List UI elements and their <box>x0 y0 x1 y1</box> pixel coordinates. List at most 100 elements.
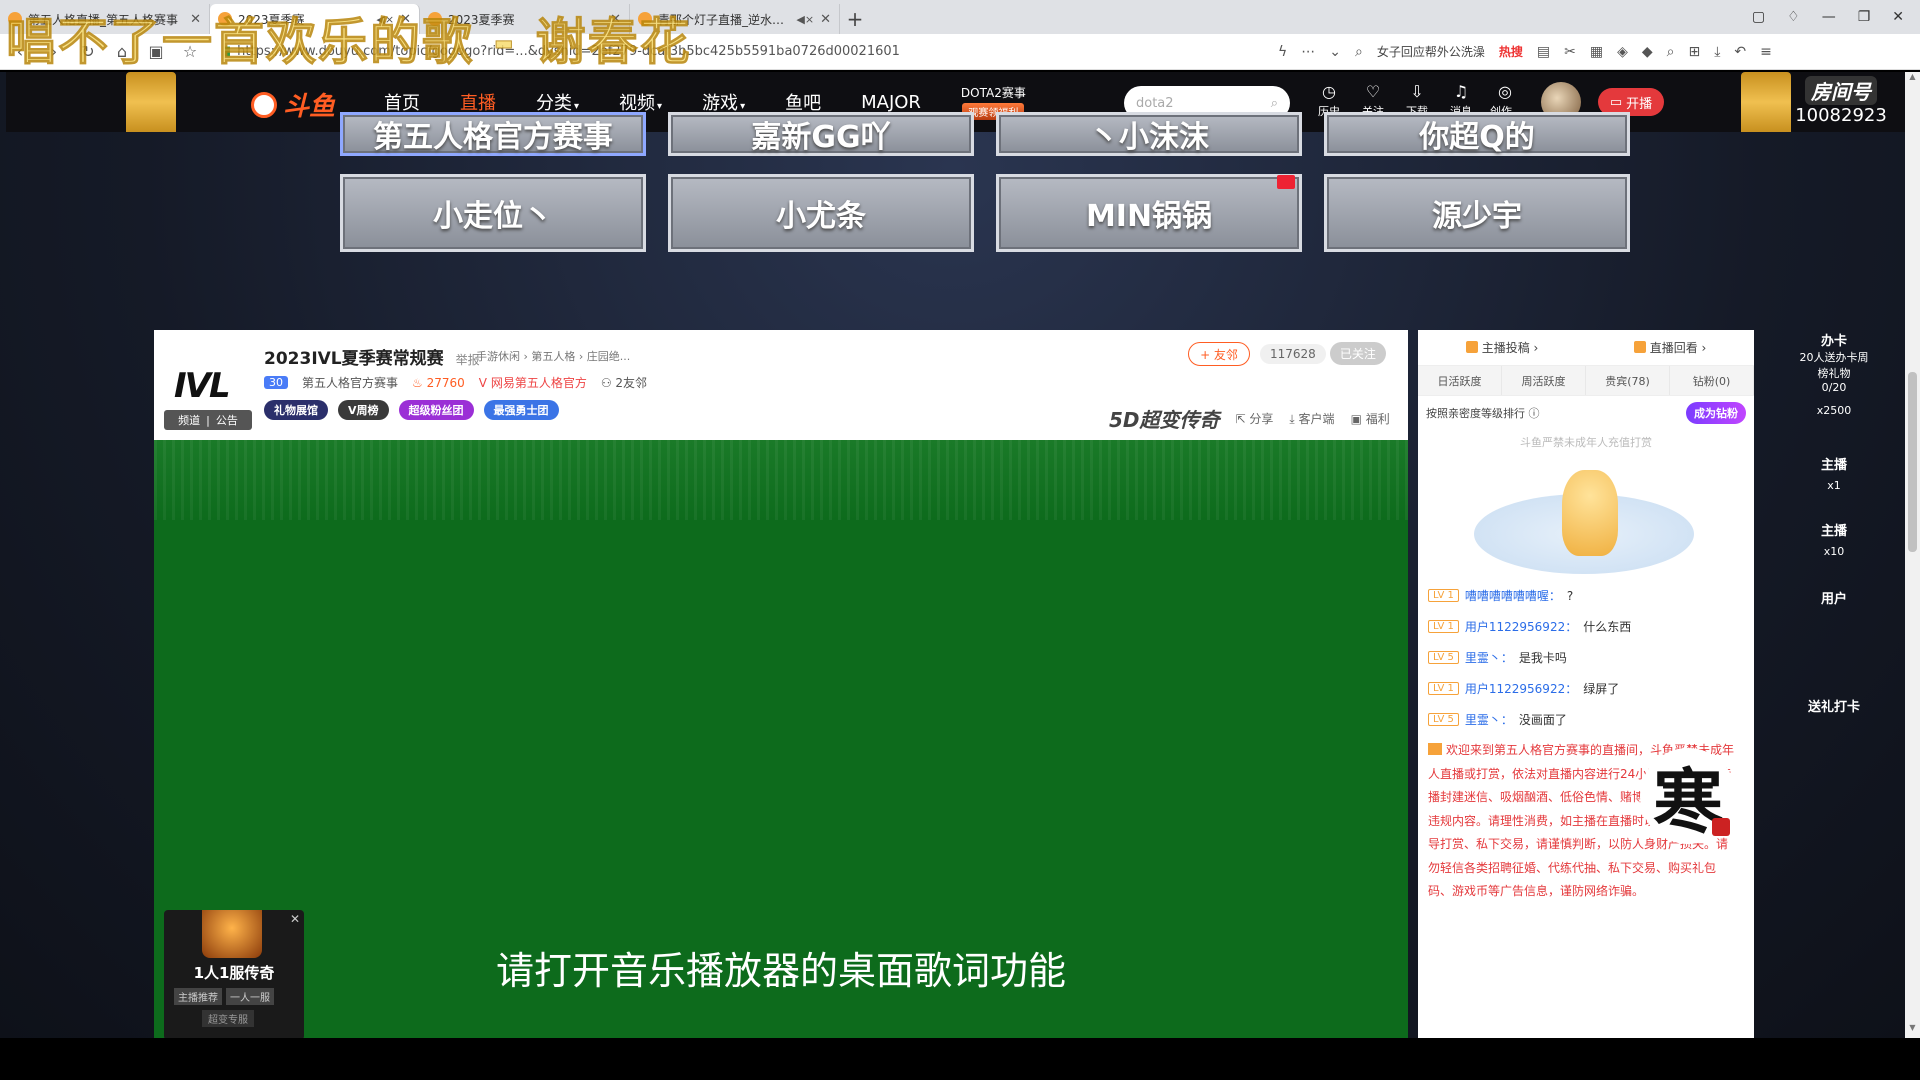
scissors-icon[interactable]: ✂ <box>1564 44 1576 60</box>
browser-tab-active[interactable]: 2023夏季赛 ◀× ✕ <box>210 4 420 34</box>
new-tab-button[interactable]: + <box>840 4 870 34</box>
welfare-button[interactable]: ▣ 福利 <box>1351 410 1390 427</box>
chat-user[interactable]: 里霊丶： <box>1465 649 1513 666</box>
anchor-name[interactable]: 第五人格官方赛事 <box>302 374 398 391</box>
mascot-area <box>1418 450 1754 580</box>
restore-icon[interactable]: ❐ <box>1858 9 1871 25</box>
become-diamond-button[interactable]: 成为钻粉 <box>1686 402 1746 424</box>
share-button[interactable]: ⇱ 分享 <box>1236 410 1274 427</box>
followed-button[interactable]: 已关注 <box>1329 342 1386 365</box>
breadcrumb[interactable]: 手游休闲 › 第五人格 › 庄园绝... <box>476 348 630 364</box>
ivl-logo: IVL <box>174 366 231 406</box>
task-card[interactable]: 主播 x1 <box>1776 454 1892 492</box>
promo-brand[interactable]: 5D超变传奇 <box>1109 404 1220 433</box>
close-icon[interactable]: ✕ <box>820 12 831 27</box>
nav-major[interactable]: MAJOR <box>861 92 921 113</box>
game-icon[interactable]: ◆ <box>1642 44 1653 60</box>
seal-icon <box>1712 818 1730 836</box>
anchor-tile[interactable]: 第五人格官方赛事 <box>340 112 646 156</box>
replay-link[interactable]: 直播回看 › <box>1633 339 1706 356</box>
apps-icon[interactable]: ⊞ <box>1688 44 1700 60</box>
anchor-tile[interactable]: 丶小沫沫 <box>996 112 1302 156</box>
chat-message: LV 1 用户1122956922： 绿屏了 <box>1428 673 1744 704</box>
close-icon[interactable]: ✕ <box>400 12 411 27</box>
hot-search-hint[interactable]: 女子回应帮外公洗澡 <box>1377 43 1485 60</box>
mute-icon[interactable]: ◀× <box>796 13 814 26</box>
chat-message: LV 1 嘈嘈嘈嘈嘈嘈喔：? <box>1428 580 1744 611</box>
star-icon[interactable]: ☆ <box>180 42 200 61</box>
chat-list: LV 1 嘈嘈嘈嘈嘈嘈喔：? LV 1 用户1122956922： 什么东西 LV 5… <box>1418 580 1754 904</box>
chat-user[interactable]: 嘈嘈嘈嘈嘈嘈喔： <box>1465 587 1561 604</box>
tab-channel[interactable]: 频道 <box>178 412 200 428</box>
calligraphy-badge[interactable]: 寒 <box>1640 748 1736 844</box>
translate-icon[interactable]: ▦ <box>1590 44 1603 60</box>
task-card[interactable]: 主播 x10 <box>1776 520 1892 558</box>
page-scrollbar[interactable]: ▲ ▼ <box>1905 72 1920 1038</box>
anchor-tile[interactable]: 小走位丶 <box>340 174 646 252</box>
follow-button[interactable]: + 友邻 <box>1188 342 1250 366</box>
window-controls: ▢ ♢ — ❐ ✕ <box>1752 0 1920 34</box>
video-player[interactable]: 请打开音乐播放器的桌面歌词功能 ✕ 1人1服传奇 主播推荐 一人一服 超变专服 <box>154 440 1408 1038</box>
more-icon[interactable]: ⋯ <box>1301 44 1315 60</box>
anchor-tile[interactable]: 嘉新GG吖 <box>668 112 974 156</box>
anchor-tile[interactable]: MIN锅锅 <box>996 174 1302 252</box>
scroll-down-icon[interactable]: ▼ <box>1905 1023 1920 1038</box>
search-icon[interactable]: ⌕ <box>1271 96 1278 111</box>
undo-icon[interactable]: ↶ <box>1734 44 1746 60</box>
reader-icon[interactable]: ▤ <box>1537 44 1550 60</box>
close-window-icon[interactable]: ✕ <box>1892 9 1904 25</box>
zoom-icon[interactable]: ⌕ <box>1667 44 1675 60</box>
client-button[interactable]: ⤓ 客户端 <box>1289 410 1334 427</box>
back-icon[interactable]: ‹ <box>10 42 30 61</box>
tab-diamond-fans[interactable]: 钻粉(0) <box>1670 366 1754 395</box>
tab-daily-active[interactable]: 日活跃度 <box>1418 366 1502 395</box>
mute-icon[interactable]: ◀× <box>376 13 394 26</box>
tab-notice[interactable]: 公告 <box>216 412 238 428</box>
menu-icon[interactable]: ≡ <box>1760 44 1772 60</box>
close-icon[interactable]: ✕ <box>190 12 201 27</box>
anchor-tile[interactable]: 你超Q的 <box>1324 112 1630 156</box>
anchor-submit-link[interactable]: 主播投稿 › <box>1465 339 1538 356</box>
tab-weekly-active[interactable]: 周活跃度 <box>1502 366 1586 395</box>
close-icon[interactable]: ✕ <box>610 12 621 27</box>
bag-icon[interactable]: ▣ <box>146 42 166 61</box>
browser-tab[interactable]: 2023夏季赛 ✕ <box>420 4 630 34</box>
tab-vip[interactable]: 贵宾(78) <box>1586 366 1670 395</box>
warriors-badge[interactable]: 最强勇士团 <box>483 400 559 420</box>
download-icon[interactable]: ⤓ <box>1714 44 1720 60</box>
help-icon[interactable]: ⓘ <box>1529 407 1540 420</box>
task-card[interactable]: 办卡 20人送办卡周 榜礼物 0/20 x2500 <box>1776 330 1892 417</box>
shield-icon[interactable]: ◈ <box>1617 44 1628 60</box>
browser-tab[interactable]: 青那个灯子直播_逆水寒手 ◀× ✕ <box>630 4 840 34</box>
forward-icon[interactable]: › <box>44 42 64 61</box>
chat-user[interactable]: 用户1122956922： <box>1465 618 1577 635</box>
close-icon[interactable]: ✕ <box>290 912 300 926</box>
super-fans-badge[interactable]: 超级粉丝团 <box>398 400 474 420</box>
minimize-icon[interactable]: — <box>1822 9 1836 25</box>
task-card[interactable]: 送礼打卡 <box>1776 696 1892 715</box>
promo-widget[interactable]: ✕ 1人1服传奇 主播推荐 一人一服 超变专服 <box>164 910 304 1038</box>
gift-hall-badge[interactable]: 礼物展馆 <box>264 400 328 420</box>
fans-block: 117628 已关注 <box>1260 342 1386 365</box>
scroll-thumb[interactable] <box>1908 372 1917 552</box>
task-card[interactable]: 用户 <box>1776 588 1892 607</box>
browser-tab[interactable]: 第五人格直播_第五人格赛事 ✕ <box>0 4 210 34</box>
chat-user[interactable]: 里霊丶： <box>1465 711 1513 728</box>
anchor-tile[interactable]: 源少宇 <box>1324 174 1630 252</box>
scroll-up-icon[interactable]: ▲ <box>1905 72 1920 87</box>
url-field[interactable]: ▮ https://www.douyu.com/topic/gogogo?rid… <box>214 39 1264 65</box>
skin-icon[interactable]: ♢ <box>1787 9 1800 25</box>
lightning-icon[interactable]: ϟ <box>1278 44 1287 60</box>
reload-icon[interactable]: ↻ <box>78 42 98 61</box>
task-line: x10 <box>1823 545 1845 558</box>
friends-count[interactable]: ⚇ 2友邻 <box>601 374 647 391</box>
anchor-tile[interactable]: 小尤条 <box>668 174 974 252</box>
douyu-logo[interactable]: 斗鱼 <box>251 86 335 123</box>
download-icon: ⤓ <box>1289 412 1299 426</box>
v-week-rank-badge[interactable]: V周榜 <box>338 400 389 420</box>
home-icon[interactable]: ⌂ <box>112 42 132 61</box>
chat-user[interactable]: 用户1122956922： <box>1465 680 1577 697</box>
chevron-down-icon[interactable]: ⌄ <box>1329 44 1341 60</box>
live-flag-icon <box>1277 175 1295 189</box>
tab-count-icon[interactable]: ▢ <box>1752 9 1765 25</box>
